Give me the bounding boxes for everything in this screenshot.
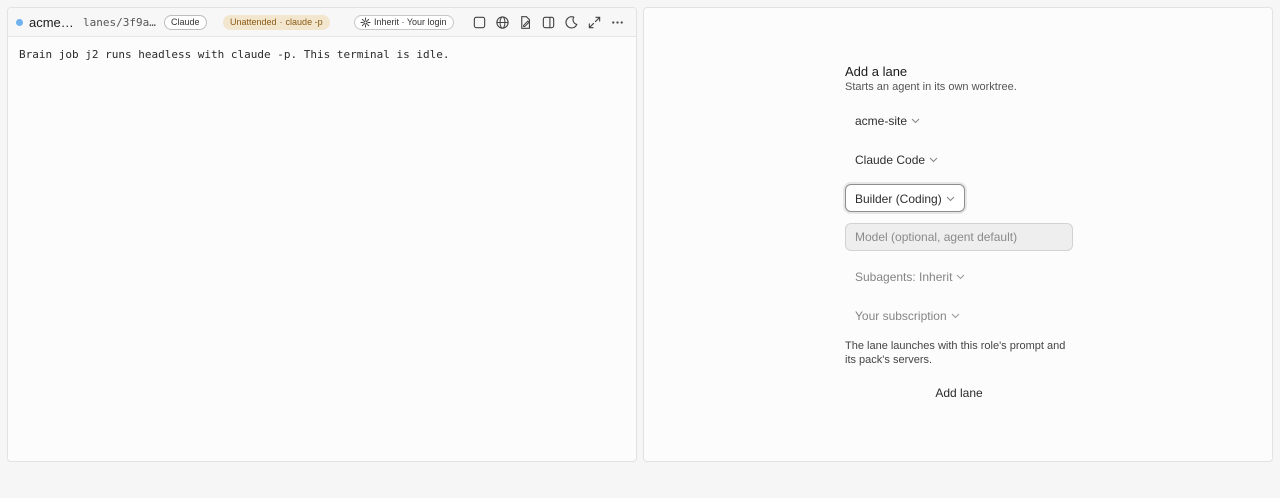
- lane-name[interactable]: acme…: [29, 15, 74, 30]
- mode-label: Unattended: [230, 17, 277, 27]
- agent-value: Claude Code: [855, 153, 926, 167]
- model-input[interactable]: [845, 223, 1073, 251]
- billing-value: Your subscription: [855, 309, 947, 323]
- login-label: Inherit · Your login: [374, 17, 447, 27]
- mode-badge: Unattended · claude -p: [223, 15, 330, 30]
- chevron-down-icon: [951, 301, 960, 329]
- chevron-down-icon: [946, 184, 955, 212]
- globe-icon[interactable]: [495, 15, 510, 30]
- square-icon[interactable]: [472, 15, 487, 30]
- gear-icon: [360, 17, 371, 28]
- status-dot: [16, 19, 23, 26]
- subagents-value: Subagents: Inherit: [855, 270, 953, 284]
- form-note: The lane launches with this role's promp…: [845, 340, 1066, 366]
- subagents-select[interactable]: Subagents: Inherit: [845, 262, 975, 290]
- role-select[interactable]: Builder (Coding): [845, 184, 965, 212]
- login-badge[interactable]: Inherit · Your login: [354, 15, 454, 30]
- lane-path: lanes/3f9a…: [83, 16, 156, 29]
- add-lane-button[interactable]: Add lane: [845, 382, 1073, 404]
- moon-icon[interactable]: [564, 15, 579, 30]
- agent-badge: Claude: [164, 15, 207, 30]
- add-lane-form: Add a lane Starts an agent in its own wo…: [845, 64, 1075, 400]
- project-row: acme-site: [845, 106, 1073, 134]
- more-icon[interactable]: [610, 15, 625, 30]
- expand-icon[interactable]: [587, 15, 602, 30]
- project-select[interactable]: acme-site: [845, 106, 930, 134]
- terminal-output[interactable]: Brain job j2 runs headless with claude -…: [19, 48, 449, 61]
- chevron-down-icon: [911, 106, 920, 134]
- role-row: Builder (Coding): [845, 184, 1073, 212]
- form-title: Add a lane: [845, 64, 908, 79]
- agent-row: Claude Code: [845, 145, 1073, 173]
- add-lane-pane: Add a lane Starts an agent in its own wo…: [643, 7, 1273, 462]
- split-panel-icon[interactable]: [541, 15, 556, 30]
- model-row: [845, 223, 1073, 251]
- edit-file-icon[interactable]: [518, 15, 533, 30]
- agent-select[interactable]: Claude Code: [845, 145, 948, 173]
- chevron-down-icon: [956, 262, 965, 290]
- billing-row: Your subscription: [845, 301, 1073, 329]
- role-value: Builder (Coding): [855, 192, 942, 206]
- billing-select[interactable]: Your subscription: [845, 301, 970, 329]
- chevron-down-icon: [929, 145, 938, 173]
- subagents-row: Subagents: Inherit: [845, 262, 1073, 290]
- form-subtitle: Starts an agent in its own worktree.: [845, 81, 1017, 93]
- terminal-toolbar: acme… lanes/3f9a… Claude Unattended · clau…: [8, 8, 636, 37]
- terminal-pane: acme… lanes/3f9a… Claude Unattended · clau…: [7, 7, 637, 462]
- mode-flag: claude -p: [285, 17, 323, 27]
- project-value: acme-site: [855, 114, 908, 128]
